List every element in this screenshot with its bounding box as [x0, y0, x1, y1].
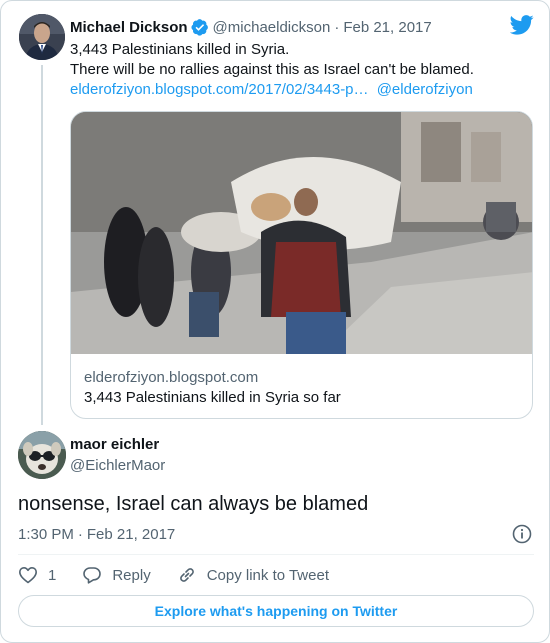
link-domain: elderofziyon.blogspot.com	[84, 369, 259, 386]
reply-bubble-icon	[83, 567, 102, 584]
tweet-date[interactable]: Feb 21, 2017	[87, 526, 175, 543]
explore-twitter-button[interactable]: Explore what's happening on Twitter	[18, 595, 534, 627]
link-preview-image	[71, 112, 532, 354]
author-name[interactable]: maor eichler	[70, 435, 165, 455]
tweet-actions: 1 Reply Copy link to Tweet	[18, 564, 329, 586]
avatar-maor-eichler[interactable]	[18, 431, 66, 479]
link-title: 3,443 Palestinians killed in Syria so fa…	[84, 389, 341, 406]
tweet-embed-card: Michael Dickson @michaeldickson · Feb 21…	[0, 0, 550, 643]
tweet-time[interactable]: 1:30 PM	[18, 526, 74, 543]
info-icon[interactable]	[512, 524, 532, 544]
reply-tweet-header: maor eichler @EichlerMaor	[70, 435, 165, 476]
avatar-michael-dickson[interactable]	[19, 14, 65, 60]
tweet-text-line: There will be no rallies against this as…	[70, 61, 474, 78]
reply-tweet-text: nonsense, Israel can always be blamed	[18, 493, 369, 515]
link-preview-card[interactable]: elderofziyon.blogspot.com 3,443 Palestin…	[70, 111, 533, 419]
twitter-bird-icon[interactable]	[510, 15, 534, 35]
reply-button[interactable]: Reply	[82, 565, 151, 585]
tweet-link[interactable]: elderofziyon.blogspot.com/2017/02/3443-p…	[70, 81, 369, 98]
author-name[interactable]: Michael Dickson	[70, 19, 188, 36]
separator-dot: ·	[77, 525, 83, 543]
divider	[18, 554, 534, 555]
like-count: 1	[48, 566, 57, 584]
author-handle[interactable]: @EichlerMaor	[70, 456, 165, 476]
tweet-date[interactable]: Feb 21, 2017	[343, 19, 431, 36]
author-handle[interactable]: @michaeldickson	[213, 19, 331, 36]
mention-link[interactable]: @elderofziyon	[377, 81, 473, 98]
verified-badge-icon	[190, 18, 209, 36]
reply-label: Reply	[112, 566, 151, 584]
parent-tweet-header: Michael Dickson @michaeldickson · Feb 21…	[70, 17, 432, 37]
heart-icon	[19, 567, 37, 584]
parent-tweet-text: 3,443 Palestinians killed in Syria. Ther…	[70, 40, 530, 100]
link-icon	[179, 568, 194, 582]
thread-connector-line	[41, 65, 43, 425]
link-preview-meta: elderofziyon.blogspot.com 3,443 Palestin…	[84, 368, 524, 408]
copy-link-button[interactable]: Copy link to Tweet	[177, 565, 329, 585]
separator-dot: ·	[334, 18, 340, 36]
copy-link-label: Copy link to Tweet	[206, 566, 329, 584]
like-button[interactable]: 1	[18, 565, 56, 585]
tweet-text-line: 3,443 Palestinians killed in Syria.	[70, 41, 290, 58]
reply-tweet-timestamp[interactable]: 1:30 PM · Feb 21, 2017	[18, 524, 175, 544]
